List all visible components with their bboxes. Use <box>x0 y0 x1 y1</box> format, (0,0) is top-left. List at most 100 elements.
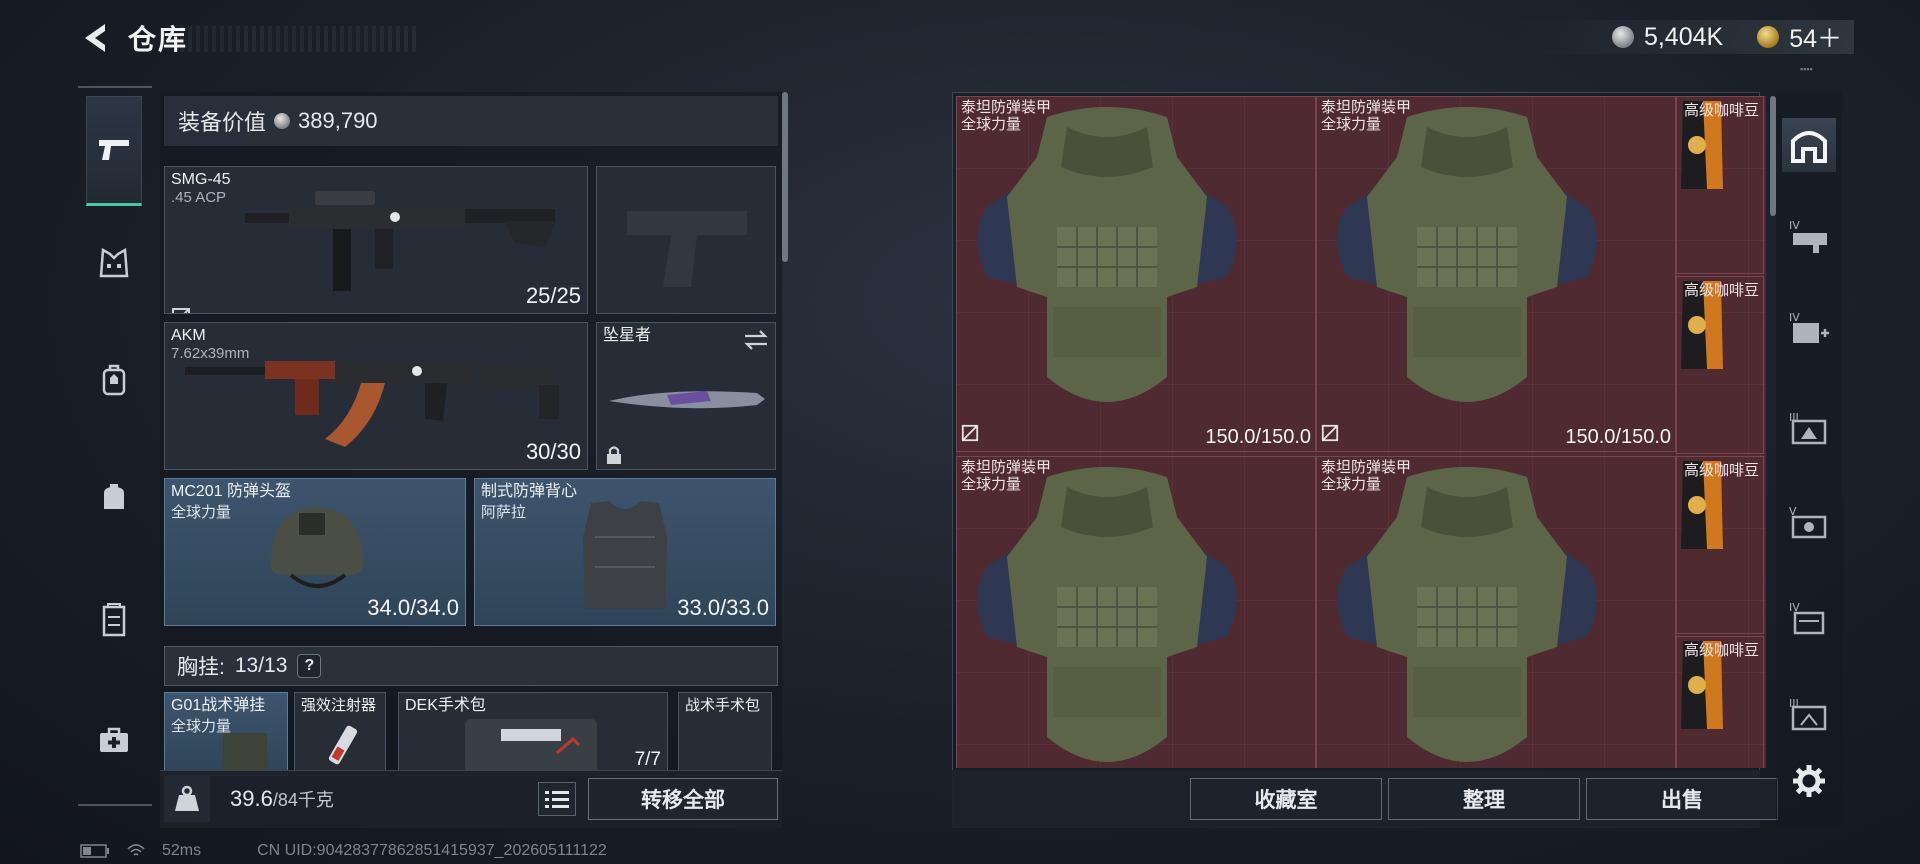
nav-item-medkit[interactable] <box>86 710 142 770</box>
transfer-all-button[interactable]: 转移全部 <box>588 778 778 820</box>
chest-rig-bar: 胸挂: 13/13 ? <box>164 646 778 686</box>
storage-item-coffee[interactable]: 高级咖啡豆 <box>1676 276 1764 454</box>
silver-coin-icon <box>274 113 291 129</box>
chest-item-rig[interactable]: G01战术弹挂 全球力量 <box>164 692 288 776</box>
storage-item-armor[interactable]: 泰坦防弹装甲 全球力量 150.0/150.0 <box>956 96 1316 452</box>
chest-item-tactical-kit[interactable]: 战术手术包 <box>678 692 772 776</box>
chest-rig-count: 13/13 <box>234 654 288 677</box>
wifi-icon <box>127 844 145 856</box>
titan-armor-icon <box>1337 107 1597 402</box>
smg-weapon-icon <box>245 191 555 291</box>
ammo-case-icon: III <box>1789 411 1827 445</box>
no-insure-icon <box>961 424 979 447</box>
chest-item-injector[interactable]: 强效注射器 <box>294 692 386 776</box>
svg-text:IV: IV <box>1789 311 1800 324</box>
weapon-durability: 30/30 <box>525 439 581 464</box>
equipment-scrollbar[interactable] <box>782 92 788 262</box>
nav-item-vest[interactable] <box>86 234 142 294</box>
item-name: 泰坦防弹装甲 全球力量 <box>961 99 1052 133</box>
weight-icon <box>164 776 210 822</box>
nav-item-weapons[interactable] <box>86 96 142 206</box>
helmet-durability: 34.0/34.0 <box>367 595 459 620</box>
rifle-weapon-icon <box>185 359 561 447</box>
gear-icon <box>1793 765 1825 797</box>
titan-armor-icon <box>977 107 1237 402</box>
currency-silver: 5,404K <box>1643 22 1724 51</box>
swap-icon[interactable] <box>743 329 769 351</box>
nav-item-backpack[interactable] <box>86 350 142 410</box>
weapon-durability: 25/25 <box>525 283 581 308</box>
storage-tab-main[interactable] <box>1782 118 1836 172</box>
item-name: 高级咖啡豆 <box>1683 102 1759 119</box>
sidearm-slot[interactable] <box>596 166 776 314</box>
nav-item-bag[interactable] <box>86 468 142 528</box>
supply-case-icon: III <box>1789 697 1827 731</box>
storage-tab-iii-1[interactable]: III <box>1782 400 1836 454</box>
title-decoration <box>180 26 420 52</box>
back-arrow-icon <box>85 24 105 52</box>
helmet-slot[interactable]: MC201 防弹头盔 全球力量 34.0/34.0 <box>164 478 466 626</box>
chest-rig-label: 胸挂: <box>177 656 225 679</box>
titan-armor-icon <box>1337 467 1597 762</box>
collection-room-button[interactable]: 收藏室 <box>1190 778 1382 820</box>
item-name: 高级咖啡豆 <box>1683 642 1759 659</box>
item-name: 高级咖啡豆 <box>1683 282 1759 299</box>
storage-item-armor[interactable]: 泰坦防弹装甲 全球力量 150.0/150.0 <box>1316 96 1676 452</box>
vest-slot[interactable]: 制式防弹背心 阿萨拉 33.0/33.0 <box>474 478 776 626</box>
primary-weapon-slot[interactable]: SMG-45 .45 ACP 25/25 <box>164 166 588 314</box>
equipment-value-header: 装备价值 389,790 <box>164 96 778 146</box>
help-icon[interactable]: ? <box>297 654 322 678</box>
melee-slot[interactable]: 坠星者 <box>596 322 776 470</box>
medkit-icon <box>100 727 128 752</box>
chest-item-surgery-kit[interactable]: DEK手术包 7/7 <box>398 692 668 776</box>
weight-readout: 39.6/84千克 <box>230 786 334 812</box>
storage-tab-v[interactable]: V <box>1782 494 1836 548</box>
vest-durability: 33.0/33.0 <box>677 595 769 620</box>
lock-icon <box>607 446 621 464</box>
sell-button[interactable]: 出售 <box>1586 778 1778 820</box>
back-button[interactable] <box>78 18 114 58</box>
storage-item-coffee[interactable]: 高级咖啡豆 <box>1676 636 1764 768</box>
storage-grid: 泰坦防弹装甲 全球力量 150.0/150.0 泰坦防弹装甲 全球力量 150.… <box>956 96 1766 768</box>
storage-tab-iv-2[interactable]: IV <box>1782 300 1836 354</box>
item-name: 泰坦防弹装甲 全球力量 <box>961 459 1052 493</box>
top-bar: 仓库 <box>78 18 188 58</box>
version-label: ▪▪▪▪ <box>1800 64 1813 74</box>
currency-bar: 5,404K 54＋ <box>1516 20 1854 54</box>
left-nav <box>78 86 152 806</box>
organize-button[interactable]: 整理 <box>1388 778 1580 820</box>
rig-icon <box>223 733 267 775</box>
list-icon <box>545 791 569 808</box>
weapon-ammo: .45 ACP <box>171 189 227 206</box>
uid-text: CN UID:904283778628514159​37_20260511112… <box>257 842 607 859</box>
secondary-weapon-slot[interactable]: AKM 7.62x39mm 30/30 <box>164 322 588 470</box>
nav-item-locker[interactable] <box>86 590 142 650</box>
status-line: 52ms CN UID:904283778628514159​37_202605… <box>80 842 607 860</box>
list-view-button[interactable] <box>538 782 576 816</box>
storage-item-coffee[interactable]: 高级咖啡豆 <box>1676 456 1764 634</box>
item-durability: 150.0/150.0 <box>1205 426 1311 448</box>
storage-tab-iv-1[interactable]: IV <box>1782 208 1836 262</box>
titan-armor-icon <box>977 467 1237 762</box>
currency-gold[interactable]: 54＋ <box>1789 19 1842 55</box>
gold-coin-icon <box>1757 26 1780 48</box>
storage-item-armor[interactable]: 泰坦防弹装甲 全球力量 <box>1316 456 1676 768</box>
bag-icon <box>104 484 124 509</box>
storage-item-armor[interactable]: 泰坦防弹装甲 全球力量 <box>956 456 1316 768</box>
chest-item-name: G01战术弹挂 <box>171 697 266 714</box>
equipment-value-label: 装备价值 <box>178 110 267 135</box>
helmet-brand: 全球力量 <box>171 504 232 521</box>
silver-coin-icon <box>1611 26 1634 48</box>
melee-name: 坠星者 <box>603 327 652 344</box>
backpack-icon <box>102 364 126 396</box>
storage-item-coffee[interactable]: 高级咖啡豆 <box>1676 96 1764 274</box>
settings-button[interactable] <box>1782 754 1836 808</box>
vest-item-icon <box>583 501 667 609</box>
no-insure-icon <box>1321 424 1339 447</box>
chest-item-name: 战术手术包 <box>685 697 761 714</box>
weapon-name: SMG-45 <box>171 171 231 188</box>
item-name: 高级咖啡豆 <box>1683 462 1759 479</box>
item-name: 泰坦防弹装甲 全球力量 <box>1321 459 1412 493</box>
storage-tab-iii-2[interactable]: III <box>1782 686 1836 740</box>
storage-tab-iv-3[interactable]: IV <box>1782 590 1836 644</box>
